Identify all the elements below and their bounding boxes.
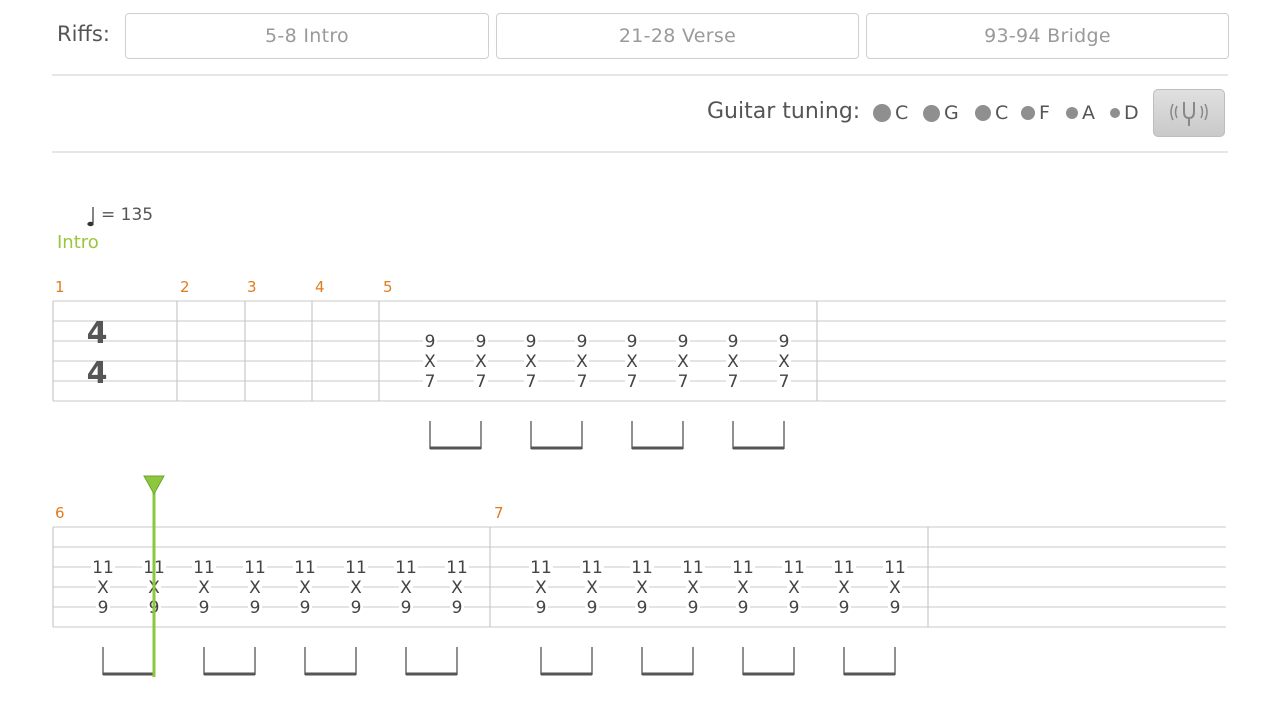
tab-note: 11	[395, 558, 417, 578]
tab-note: X	[198, 578, 210, 598]
tab-note: 9	[587, 598, 598, 618]
tab-note: X	[778, 352, 790, 372]
tab-note: 9	[577, 332, 588, 352]
tab-note: 7	[728, 372, 739, 392]
tab-note: X	[838, 578, 850, 598]
tab-note: 9	[738, 598, 749, 618]
measure-number: 3	[247, 278, 257, 296]
tab-note: 7	[678, 372, 689, 392]
tab-note: X	[788, 578, 800, 598]
measure-number: 4	[315, 278, 325, 296]
time-signature-bottom: 4	[87, 356, 108, 391]
tab-note: 9	[351, 598, 362, 618]
tab-note: 7	[425, 372, 436, 392]
tab-note: 9	[789, 598, 800, 618]
tab-note: 9	[779, 332, 790, 352]
tab-note: 9	[688, 598, 699, 618]
tab-note: 9	[98, 598, 109, 618]
tab-note: 11	[732, 558, 754, 578]
tab-note: 9	[452, 598, 463, 618]
tab-note: 9	[728, 332, 739, 352]
tab-note: 7	[779, 372, 790, 392]
tab-note: X	[525, 352, 537, 372]
tab-note: 9	[425, 332, 436, 352]
tab-note: 9	[250, 598, 261, 618]
tablature: 1 2 3 4 5449X79X79X79X79X79X79X79X76 711X911X…	[52, 278, 1226, 677]
tab-note: 11	[783, 558, 805, 578]
tab-note: 9	[401, 598, 412, 618]
tab-note: 11	[530, 558, 552, 578]
tab-note: 7	[476, 372, 487, 392]
tab-note: 9	[890, 598, 901, 618]
tab-note: X	[350, 578, 362, 598]
tab-note: 11	[833, 558, 855, 578]
time-signature-top: 4	[87, 316, 108, 351]
tab-note: 11	[294, 558, 316, 578]
measure-number: 5	[383, 278, 393, 296]
measure-number: 7	[494, 504, 504, 522]
tab-note: X	[727, 352, 739, 372]
tab-note: 9	[476, 332, 487, 352]
tab-note: 9	[627, 332, 638, 352]
tab-note: 11	[446, 558, 468, 578]
tab-note: 9	[839, 598, 850, 618]
tab-note: 9	[678, 332, 689, 352]
tab-note: 9	[526, 332, 537, 352]
tab-note: X	[535, 578, 547, 598]
tab-note: 9	[536, 598, 547, 618]
tab-note: X	[576, 352, 588, 372]
tab-note: X	[687, 578, 699, 598]
measure-number: 2	[180, 278, 190, 296]
tab-note: 9	[637, 598, 648, 618]
tab-note: 11	[92, 558, 114, 578]
tab-note: X	[475, 352, 487, 372]
playhead-marker-icon	[143, 475, 165, 496]
tab-note: X	[889, 578, 901, 598]
tab-note: X	[636, 578, 648, 598]
tab-note: X	[677, 352, 689, 372]
tab-note: X	[400, 578, 412, 598]
tab-note: 9	[300, 598, 311, 618]
tab-note: 11	[884, 558, 906, 578]
tab-note: 7	[526, 372, 537, 392]
measure-number: 6	[55, 504, 65, 522]
measure-number: 1	[55, 278, 65, 296]
tab-note: 11	[244, 558, 266, 578]
tab-note: 9	[199, 598, 210, 618]
tab-note: X	[299, 578, 311, 598]
tab-note: 11	[345, 558, 367, 578]
tab-note: X	[97, 578, 109, 598]
tab-note: 11	[682, 558, 704, 578]
tab-note: X	[424, 352, 436, 372]
tab-note: X	[626, 352, 638, 372]
tab-note: 7	[577, 372, 588, 392]
tab-note: 11	[193, 558, 215, 578]
tab-note: X	[249, 578, 261, 598]
tab-note: 7	[627, 372, 638, 392]
tab-note: 11	[631, 558, 653, 578]
tab-note: X	[451, 578, 463, 598]
tab-note: 11	[581, 558, 603, 578]
tab-note: X	[737, 578, 749, 598]
tab-note: X	[586, 578, 598, 598]
